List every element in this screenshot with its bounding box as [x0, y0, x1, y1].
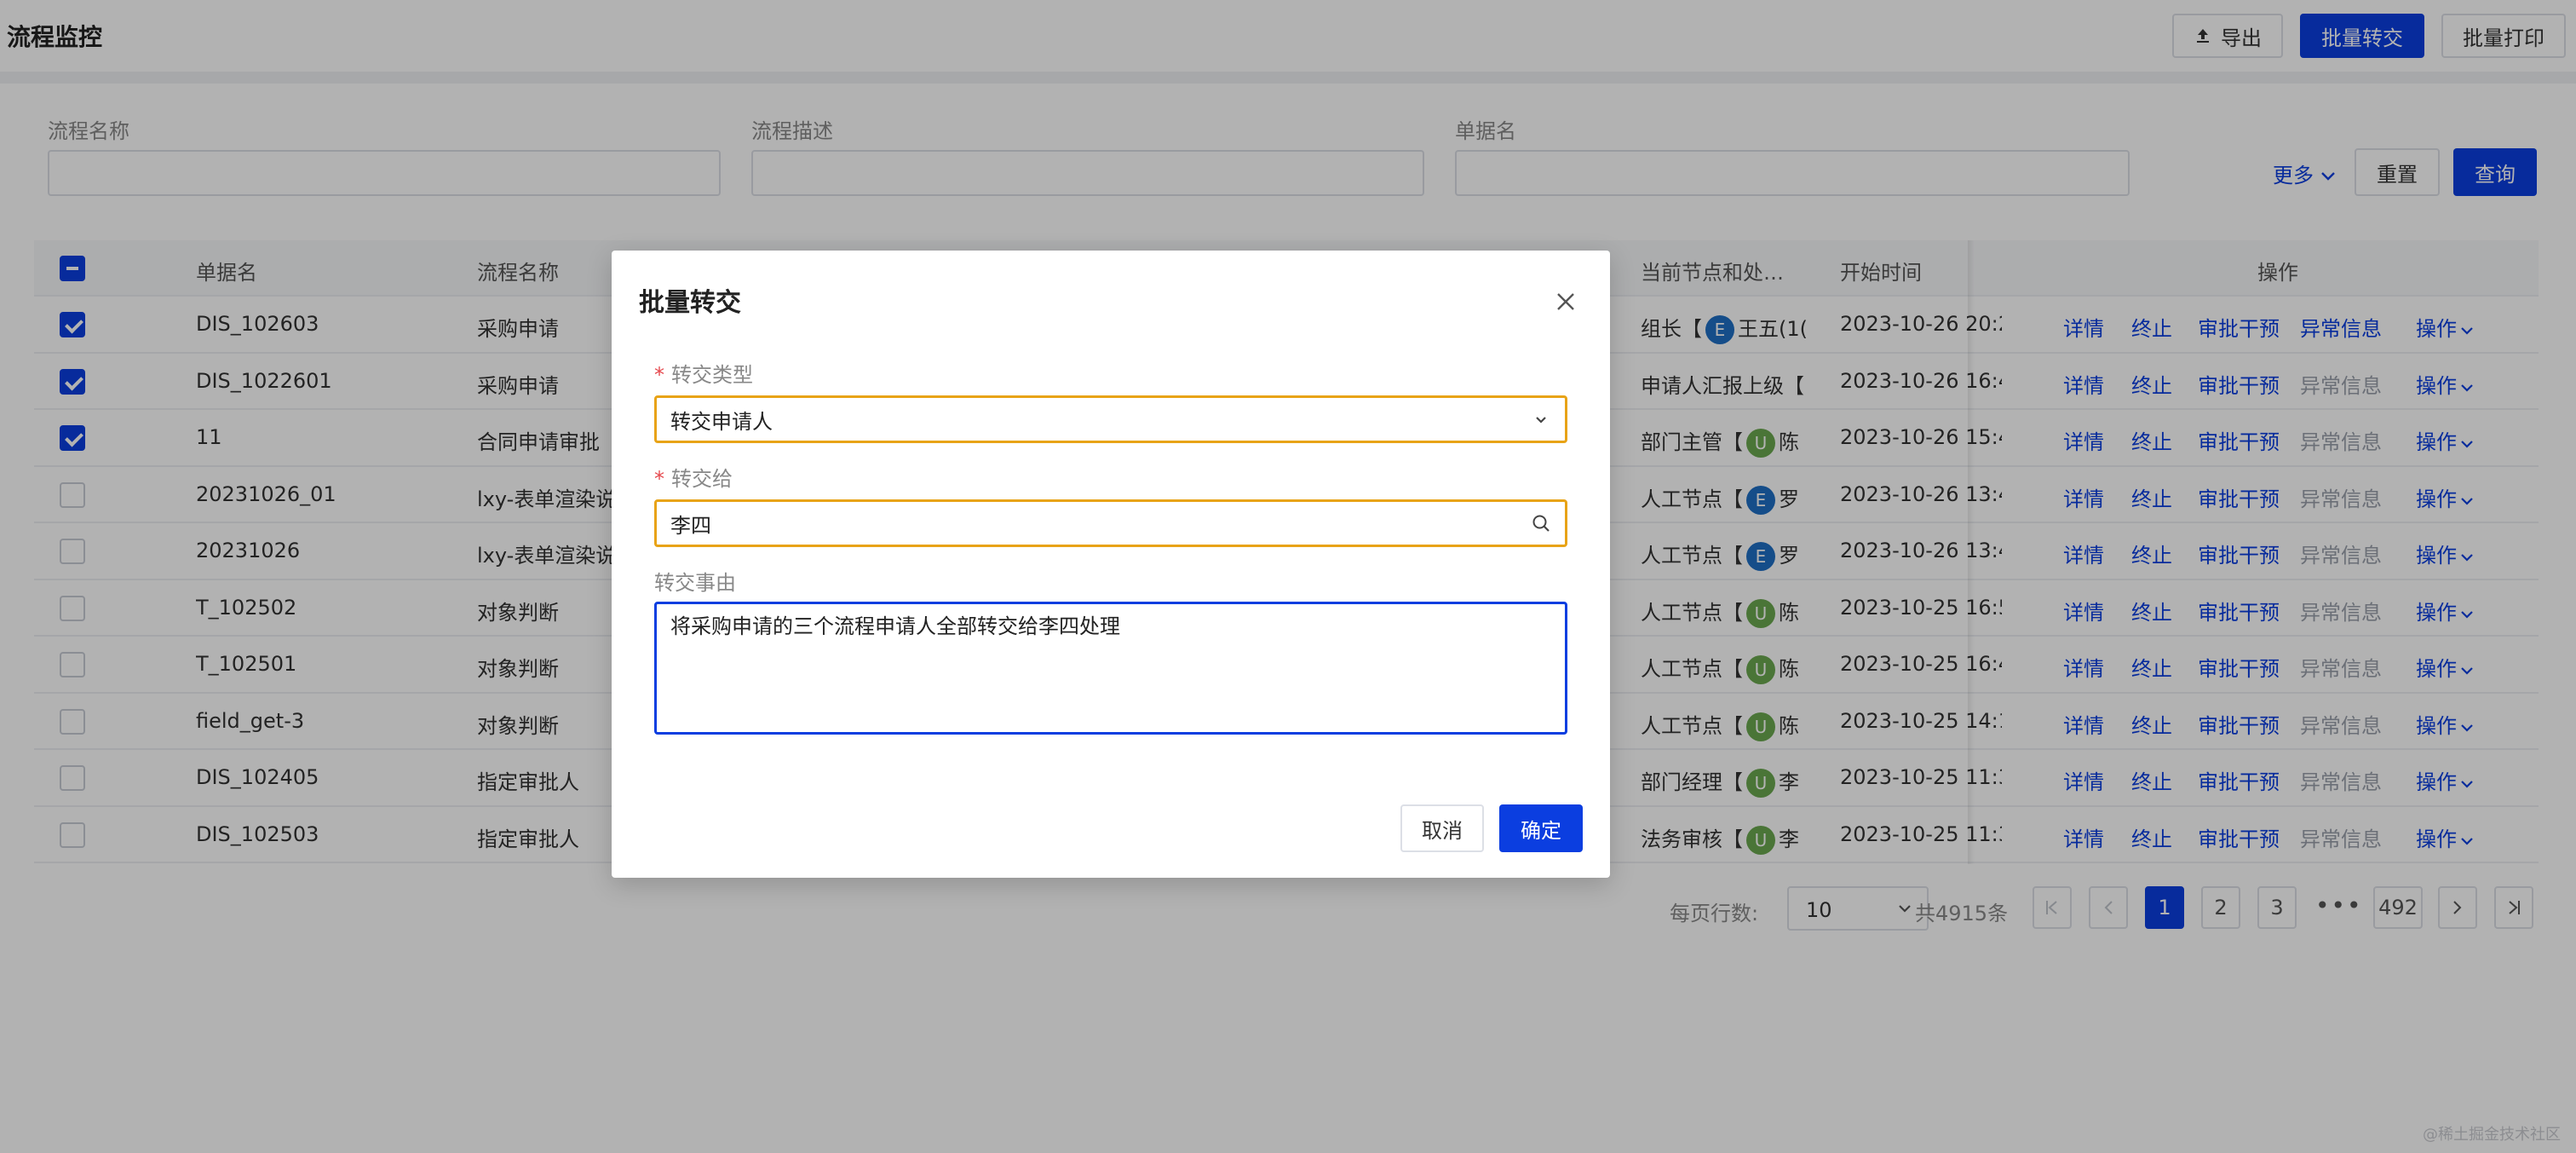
confirm-button[interactable]: 确定: [1499, 804, 1583, 852]
required-mark: *: [654, 467, 664, 491]
chevron-down-icon: [1536, 417, 1546, 424]
transfer-to-value: 李四: [670, 513, 711, 538]
transfer-to-input[interactable]: 李四: [654, 499, 1567, 547]
transfer-to-label: * 转交给: [654, 462, 733, 492]
transfer-type-select[interactable]: 转交申请人: [654, 395, 1567, 443]
transfer-to-label-text: 转交给: [671, 467, 733, 491]
transfer-type-value: 转交申请人: [670, 409, 773, 434]
dialog-title: 批量转交: [639, 288, 741, 318]
required-mark: *: [654, 363, 664, 387]
cancel-button[interactable]: 取消: [1400, 804, 1484, 852]
batch-transfer-dialog: 批量转交 * 转交类型 转交申请人 * 转交给 李四 转交事由 将采购申请的三个流程…: [612, 251, 1610, 878]
transfer-type-label: * 转交类型: [654, 358, 753, 388]
transfer-reason-textarea[interactable]: 将采购申请的三个流程申请人全部转交给李四处理: [654, 602, 1567, 735]
search-icon[interactable]: [1531, 513, 1551, 533]
transfer-reason-label: 转交事由: [654, 571, 736, 595]
close-icon[interactable]: [1554, 290, 1578, 314]
transfer-type-label-text: 转交类型: [671, 363, 753, 387]
